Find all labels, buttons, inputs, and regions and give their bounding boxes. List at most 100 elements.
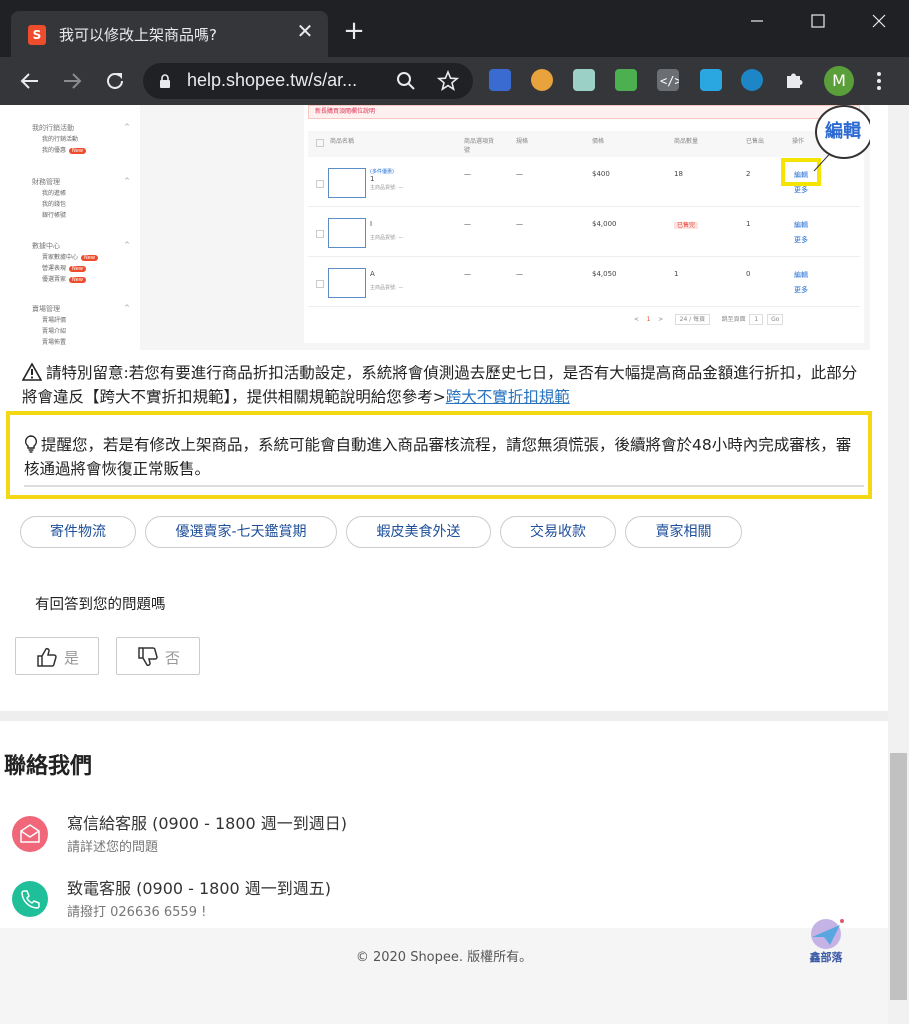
extension-search-icon[interactable] — [489, 69, 511, 91]
sidebar-item: 賣場佈置 — [42, 339, 67, 346]
screenshot-product-table: 新長購買須閱欄位說明 商品名稱 商品選項貨號 規格 價格 商品數量 已售出 操作… — [304, 105, 864, 343]
more-menu-icon[interactable] — [869, 69, 889, 93]
watermark-logo: 鑫部落 — [800, 917, 852, 967]
new-badge: New — [69, 266, 86, 272]
warning-triangle-icon — [22, 363, 42, 381]
vote-no-label: 否 — [165, 649, 181, 667]
profile-avatar[interactable]: M — [824, 66, 854, 96]
product-name: I — [370, 220, 373, 228]
column-header: 商品數量 — [674, 138, 699, 145]
extension-owl-icon[interactable] — [531, 69, 553, 91]
copyright-text: © 2020 Shopee. 版權所有。 — [355, 950, 533, 965]
go-button: Go — [767, 314, 784, 325]
row-checkbox — [316, 280, 324, 288]
spec: — — [516, 220, 523, 228]
table-row: I 主商品貨號: — — — $4,000 已售完 1 編輯 更多 — [308, 208, 860, 257]
sidebar-item: 營運表現 New — [32, 263, 132, 274]
lightbulb-icon — [24, 435, 38, 453]
column-header: 商品名稱 — [330, 138, 355, 145]
pager-next: > — [658, 316, 664, 323]
chip-preferred-seller[interactable]: 優選賣家-七天鑑賞期 — [145, 516, 337, 548]
screenshot-pagination: < 1 > 24 / 每頁 跳至頁面 1 Go — [634, 314, 784, 325]
extension-mail-icon[interactable] — [615, 69, 637, 91]
table-header: 商品名稱 商品選項貨號 規格 價格 商品數量 已售出 操作 — [308, 131, 860, 157]
sidebar-item: 我的行銷活動 — [42, 136, 79, 143]
more-link: 更多 — [794, 236, 808, 244]
sidebar-item: 優選賣家 New — [32, 274, 132, 285]
extension-code-icon[interactable]: </> — [657, 69, 682, 91]
product-sku: 主商品貨號: — — [370, 235, 404, 241]
minimize-window-icon[interactable] — [742, 8, 772, 34]
price: $400 — [592, 170, 610, 178]
vote-yes-label: 是 — [64, 649, 80, 667]
column-header: 規格 — [516, 138, 529, 145]
back-arrow-icon[interactable] — [18, 69, 42, 93]
extension-notes-icon[interactable] — [573, 69, 595, 91]
price: $4,000 — [592, 220, 617, 228]
search-icon[interactable] — [395, 70, 417, 92]
goto-label: 跳至頁面 — [721, 316, 746, 323]
article-screenshot: 我的行銷活動 我的行銷活動 我的優惠 New ^ 財務管理 我的進帳 我的錢包 銀… — [20, 105, 870, 350]
thumbs-up-icon — [37, 647, 57, 667]
discount-policy-link[interactable]: 跨大不實折扣規範 — [446, 388, 570, 406]
chip-seller[interactable]: 賣家相關 — [625, 516, 742, 548]
maximize-window-icon[interactable] — [803, 8, 833, 34]
sidebar-item: 賣場評價 — [42, 317, 67, 324]
chip-food-delivery[interactable]: 蝦皮美食外送 — [346, 516, 491, 548]
sidebar-item: 我的優惠 New — [32, 145, 132, 156]
shopee-favicon-icon: S — [28, 25, 46, 45]
row-checkbox — [316, 230, 324, 238]
product-thumbnail — [328, 168, 366, 198]
product-name: 1 — [370, 175, 375, 183]
browser-tab[interactable]: S 我可以修改上架商品嗎? ✕ — [11, 11, 328, 57]
notice-divider — [24, 485, 864, 487]
watermark-text: 鑫部落 — [809, 951, 843, 964]
extension-lens-icon[interactable] — [741, 69, 763, 91]
contact-phone[interactable]: 致電客服 (0900 - 1800 週一到週五) 請撥打 026636 6559… — [12, 875, 512, 925]
sidebar-group: 財務管理 我的進帳 我的錢包 銀行帳號 ^ — [32, 177, 132, 221]
contact-phone-sub: 請撥打 026636 6559 ! — [67, 905, 207, 920]
sidebar-item: 我的進帳 — [42, 190, 67, 197]
chip-payment[interactable]: 交易收款 — [500, 516, 616, 548]
vote-no-button[interactable]: 否 — [116, 637, 200, 675]
vote-yes-button[interactable]: 是 — [15, 637, 99, 675]
contact-email-label: 寫信給客服 (0900 - 1800 週一到週日) — [67, 814, 348, 833]
review-notice-box: 提醒您，若是有修改上架商品，系統可能會自動進入商品審核流程，請您無須慌張，後續將… — [6, 411, 872, 499]
extension-share-icon[interactable] — [700, 69, 722, 91]
sidebar-item: 銀行帳號 — [42, 212, 67, 219]
chip-shipping[interactable]: 寄件物流 — [20, 516, 136, 548]
quantity: 18 — [674, 170, 683, 178]
browser-toolbar: help.shopee.tw/s/ar... </> M — [0, 57, 909, 105]
contact-title: 聯絡我們 — [4, 754, 93, 779]
sold-count: 1 — [746, 220, 751, 228]
product-name: A — [370, 270, 375, 278]
sidebar-group: 我的行銷活動 我的行銷活動 我的優惠 New ^ — [32, 123, 132, 156]
warning-text: 請特別留意:若您有要進行商品折扣活動設定，系統將會偵測過去歷史七日，是否有大幅提… — [22, 364, 858, 406]
forward-arrow-icon[interactable] — [60, 69, 84, 93]
close-tab-icon[interactable]: ✕ — [294, 20, 316, 42]
caret-icon: ^ — [124, 123, 130, 131]
column-header: 操作 — [792, 138, 805, 145]
sold-count: 2 — [746, 170, 751, 178]
product-sku: 主商品貨號: — — [370, 285, 404, 291]
quantity: 1 — [674, 270, 679, 278]
row-checkbox — [316, 180, 324, 188]
new-tab-icon[interactable]: + — [341, 18, 367, 45]
caret-icon: ^ — [124, 177, 130, 185]
contact-email[interactable]: 寫信給客服 (0900 - 1800 週一到週日) 請詳述您的問題 — [12, 810, 512, 860]
close-window-icon[interactable] — [864, 8, 894, 34]
extensions-puzzle-icon[interactable] — [783, 69, 805, 91]
address-bar[interactable]: help.shopee.tw/s/ar... — [143, 63, 473, 99]
table-row: A 主商品貨號: — — — $4,050 1 0 編輯 更多 — [308, 258, 860, 307]
sold-count: 0 — [746, 270, 751, 278]
reload-icon[interactable] — [103, 69, 127, 93]
column-header: 商品選項貨號 — [464, 138, 495, 154]
scrollbar-thumb[interactable] — [890, 753, 907, 1000]
bookmark-star-icon[interactable] — [436, 69, 460, 92]
caret-icon: ^ — [124, 304, 130, 312]
option-sku: — — [464, 220, 471, 228]
sidebar-item: 賣家數據中心 New — [32, 252, 132, 263]
caret-icon: ^ — [124, 241, 130, 249]
section-divider — [0, 711, 888, 721]
page-footer: © 2020 Shopee. 版權所有。 — [0, 928, 888, 1024]
